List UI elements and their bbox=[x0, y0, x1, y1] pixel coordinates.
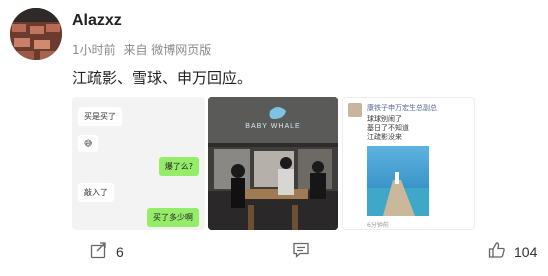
post-image-moments[interactable]: 康铁子申万宏生总副总 球球别闹了 基日了不知道 江疏影没来 6分钟前 bbox=[342, 97, 475, 230]
post-meta: 1小时前 来自 微博网页版 bbox=[72, 41, 215, 58]
post-image-chat[interactable]: 买是买了 😅 爆了么? 敲入了 买了多少啊 bbox=[72, 97, 205, 230]
avatar[interactable] bbox=[10, 8, 62, 60]
post-image-cafe[interactable]: BABY WHALE bbox=[208, 97, 338, 230]
moments-photo bbox=[367, 146, 429, 216]
post-source: 来自 微博网页版 bbox=[123, 43, 212, 57]
post-text: 江疏影、雪球、申万回应。 bbox=[72, 69, 253, 87]
like-button[interactable]: 104 bbox=[488, 241, 537, 263]
moments-text: 球球别闹了 基日了不知道 江疏影没来 bbox=[367, 115, 409, 142]
repost-button[interactable]: 6 bbox=[90, 241, 124, 263]
thumbs-up-icon bbox=[488, 241, 506, 263]
post-time[interactable]: 1小时前 bbox=[72, 43, 116, 57]
repost-icon bbox=[90, 241, 108, 263]
chat-message: 爆了么? bbox=[158, 157, 199, 176]
moments-avatar bbox=[348, 103, 362, 117]
username[interactable]: Alazxz bbox=[72, 12, 122, 30]
moments-line: 基日了不知道 bbox=[367, 124, 409, 132]
chat-message: 敲入了 bbox=[78, 183, 114, 202]
avatar-image bbox=[10, 8, 62, 60]
moments-line: 江疏影没来 bbox=[367, 133, 402, 141]
repost-count: 6 bbox=[116, 244, 124, 260]
cafe-sign: BABY WHALE bbox=[245, 123, 301, 130]
moments-user: 康铁子申万宏生总副总 bbox=[367, 104, 437, 112]
moments-footer: 6分钟前 bbox=[367, 222, 389, 229]
moments-line: 球球别闹了 bbox=[367, 115, 402, 123]
chat-message: 买是买了 bbox=[78, 107, 122, 126]
like-count: 104 bbox=[514, 244, 538, 260]
comment-button[interactable] bbox=[292, 241, 318, 263]
cafe-photo bbox=[208, 97, 338, 230]
comment-icon bbox=[292, 241, 310, 263]
chat-message: 买了多少啊 bbox=[147, 208, 199, 227]
chat-message: 😅 bbox=[78, 135, 99, 152]
